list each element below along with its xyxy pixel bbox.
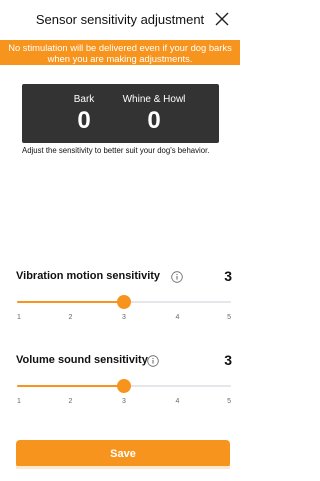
warning-banner: No stimulation will be delivered even if… (0, 40, 240, 65)
tick-label: 2 (68, 398, 73, 405)
vibration-sensitivity-section: Vibration motion sensitivity 3 1 2 3 4 5 (16, 268, 232, 321)
vibration-sensitivity-title: Vibration motion sensitivity (16, 270, 161, 282)
slider-fill (17, 301, 124, 303)
volume-sensitivity-slider[interactable] (17, 379, 231, 393)
help-text: Adjust the sensitivity to better suit yo… (22, 146, 210, 155)
slider-thumb[interactable] (117, 379, 131, 393)
page-title: Sensor sensitivity adjustment (35, 12, 205, 27)
info-icon[interactable] (171, 271, 183, 283)
tick-label: 5 (227, 398, 231, 405)
tick-label: 3 (122, 314, 126, 321)
whine-howl-counter: Whine & Howl 0 (114, 94, 194, 135)
info-icon[interactable] (147, 355, 159, 367)
bark-counter: Bark 0 (44, 94, 124, 135)
warning-banner-text: No stimulation will be delivered even if… (8, 42, 232, 64)
tick-label: 1 (17, 314, 21, 321)
tick-label: 3 (122, 398, 126, 405)
vibration-sensitivity-value: 3 (224, 268, 232, 284)
bark-label: Bark (73, 94, 95, 105)
save-button-shadow (16, 466, 230, 469)
tick-label: 2 (68, 314, 73, 321)
slider-fill (17, 385, 124, 387)
volume-sensitivity-section: Volume sound sensitivity 3 1 2 3 4 5 (16, 352, 232, 405)
whine-howl-label: Whine & Howl (122, 94, 186, 105)
vibration-sensitivity-slider[interactable] (17, 295, 231, 309)
volume-sensitivity-value: 3 (224, 352, 232, 368)
header: Sensor sensitivity adjustment (0, 0, 240, 40)
save-button[interactable]: Save (16, 440, 230, 468)
whine-howl-value: 0 (147, 107, 161, 134)
tick-label: 4 (175, 398, 180, 405)
bark-counter-panel: Bark 0 Whine & Howl 0 (22, 84, 219, 143)
tick-label: 4 (175, 314, 180, 321)
close-icon[interactable] (214, 11, 230, 27)
tick-label: 5 (227, 314, 231, 321)
slider-thumb[interactable] (117, 295, 131, 309)
volume-sensitivity-title: Volume sound sensitivity (16, 354, 148, 366)
tick-label: 1 (17, 398, 21, 405)
bark-value: 0 (77, 107, 91, 134)
